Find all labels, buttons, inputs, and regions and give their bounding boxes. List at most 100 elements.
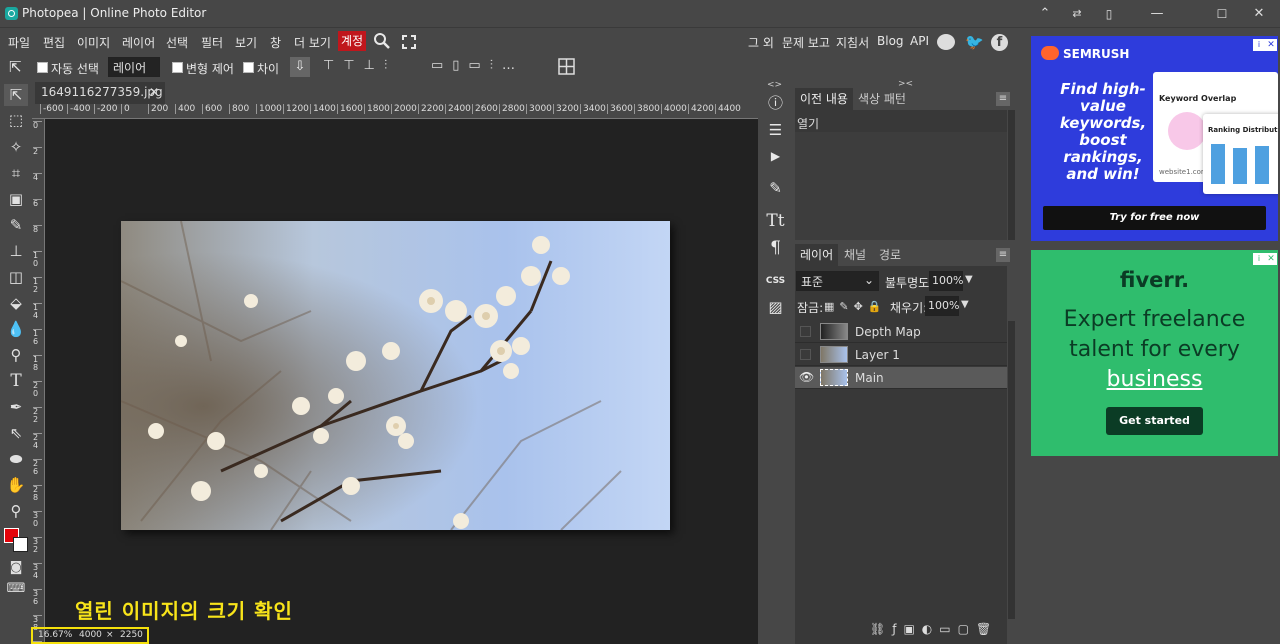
paragraph-icon[interactable]: ¶ [762,236,789,260]
eraser-tool-icon[interactable]: ◫ [4,266,28,288]
menu-blog[interactable]: Blog [877,34,904,48]
keyboard-icon[interactable]: ⌨ [4,578,28,600]
auto-select-target-dropdown[interactable]: 레이어 ⌄ [108,57,160,90]
eye-icon[interactable]: 👁 [799,370,814,384]
menu-filter[interactable]: 필터 [201,34,223,51]
menu-report-bug[interactable]: 문제 보고 [782,34,830,51]
document-tab[interactable]: 1649116277359.jpg ✕ [35,82,165,104]
reddit-icon[interactable] [937,34,955,50]
expand-icon[interactable]: <> [767,80,782,90]
menu-edit[interactable]: 편집 [43,34,65,51]
dodge-tool-icon[interactable]: ⚲ [4,344,28,366]
auto-select-checkbox[interactable] [37,62,48,76]
move-tool-icon[interactable]: ⇱ [4,84,28,106]
menu-tutorials[interactable]: 지침서 [836,34,869,51]
grid-icon[interactable] [558,58,575,75]
distances-checkbox[interactable] [243,62,254,76]
ad-close-icon[interactable]: ✕ [1265,39,1277,51]
frame-tool-icon[interactable]: ▣ [4,188,28,210]
quick-mask-icon[interactable]: ◙ [4,557,28,579]
close-button[interactable]: ✕ [1248,4,1270,24]
tab-channels[interactable]: 채널 [839,244,871,266]
close-tab-icon[interactable]: ✕ [149,85,159,99]
menu-file[interactable]: 파일 [8,34,30,51]
history-item[interactable]: 열기 [797,115,819,132]
menu-more-right[interactable]: 그 외 [748,34,774,51]
menu-more[interactable]: 더 보기 [294,34,331,51]
adjustments-icon[interactable]: ☰ [762,118,789,142]
hand-tool-icon[interactable]: ✋ [4,474,28,496]
maximize-button[interactable]: ☐ [1211,4,1233,24]
ad-close-icon[interactable]: ✕ [1265,253,1277,265]
ruler-vertical[interactable]: 0246810121416182022242628303234363840 [32,119,45,644]
zoom-level[interactable]: 16.67% [38,630,72,640]
path-select-tool-icon[interactable]: ⇖ [4,422,28,444]
account-button[interactable]: 계정 [338,31,366,51]
align-buttons[interactable]: ⊤⊤⊥⫶ [323,58,396,73]
paint-bucket-tool-icon[interactable]: ⬙ [4,292,28,314]
pen-tool-icon[interactable]: ✒ [4,396,28,418]
actions-play-icon[interactable]: ▶ [762,144,789,168]
info-icon[interactable]: ⓘ [762,91,789,115]
ad-semrush[interactable]: SEMRUSH i ✕ Find high-value keywords, bo… [1031,36,1278,241]
layers-scrollbar[interactable] [1008,321,1015,619]
fill-input[interactable]: 100% [925,296,959,316]
character-icon[interactable]: Tt [762,209,789,233]
download-icon[interactable]: ⇩ [290,57,310,77]
fiverr-cta-button[interactable]: Get started [1106,407,1203,435]
tab-layers[interactable]: 레이어 [795,244,839,266]
text-tool-icon[interactable]: T [4,370,28,392]
stamp-tool-icon[interactable]: ⊥ [4,240,28,262]
opacity-dropdown-icon[interactable]: ▼ [965,274,973,285]
distribute-buttons[interactable]: ▭▯▭⫶… [431,58,524,73]
transform-controls-checkbox[interactable] [172,62,183,76]
semrush-cta-button[interactable]: Try for free now [1043,206,1266,230]
magic-wand-tool-icon[interactable]: ✧ [4,136,28,158]
tab-paths[interactable]: 경로 [874,244,906,266]
document-icon[interactable]: ▯ [1098,4,1120,24]
menu-select[interactable]: 선택 [166,34,188,51]
history-menu-icon[interactable]: ≡ [996,92,1010,106]
menu-layer[interactable]: 레이어 [122,34,155,51]
layer-row-main[interactable]: 👁 Main [795,367,1007,389]
background-color-swatch[interactable] [13,537,28,552]
visibility-toggle[interactable] [800,349,811,360]
opacity-input[interactable]: 100% [929,271,963,291]
ad-fiverr[interactable]: i ✕ fiverr. Expert freelance talent for … [1031,250,1278,456]
canvas-image[interactable] [121,221,670,530]
ad-info-icon[interactable]: i [1253,253,1265,265]
layer-footer-buttons[interactable]: ⛓ƒ▣◐▭▢🗑 [870,622,998,636]
fill-dropdown-icon[interactable]: ▼ [961,299,969,310]
blur-tool-icon[interactable]: 💧 [4,318,28,340]
chevron-up-icon[interactable]: ⌃ [1034,4,1056,24]
marquee-tool-icon[interactable]: ⬚ [4,109,28,131]
search-icon[interactable] [373,32,391,50]
translate-icon[interactable]: ⇄ [1066,4,1088,24]
minimize-button[interactable]: — [1146,4,1168,24]
menu-view[interactable]: 보기 [235,34,257,51]
tab-history[interactable]: 이전 내용 [795,88,853,110]
layers-menu-icon[interactable]: ≡ [996,248,1010,262]
twitter-icon[interactable]: 🐦 [965,33,984,51]
blend-mode-dropdown[interactable]: 표준 ⌄ [796,271,879,291]
menu-window[interactable]: 창 [270,34,281,51]
move-tool-icon[interactable]: ⇱ [9,58,22,76]
menu-api[interactable]: API [910,34,929,48]
ellipse-tool-icon[interactable]: ⬬ [4,448,28,470]
ad-info-icon[interactable]: i [1253,39,1265,51]
tab-swatches[interactable]: 색상 패턴 [853,88,911,110]
fullscreen-icon[interactable] [402,35,416,49]
visibility-toggle[interactable] [800,326,811,337]
menu-image[interactable]: 이미지 [77,34,110,51]
crop-tool-icon[interactable]: ⌗ [4,162,28,184]
brush-settings-icon[interactable]: ✎ [762,176,789,200]
ruler-horizontal[interactable]: -600 -400 -200 0 200 400 600 800 1000 1200 1400 160… [32,104,758,119]
css-icon[interactable]: CSS [762,269,789,293]
history-scrollbar[interactable] [1008,110,1015,240]
facebook-icon[interactable]: f [991,34,1008,51]
layer-row-depth-map[interactable]: Depth Map [795,321,1007,343]
layer-row-layer-1[interactable]: Layer 1 [795,344,1007,366]
lock-buttons[interactable]: ▦✎✥🔒 [824,300,887,313]
zoom-tool-icon[interactable]: ⚲ [4,500,28,522]
brush-tool-icon[interactable]: ✎ [4,214,28,236]
